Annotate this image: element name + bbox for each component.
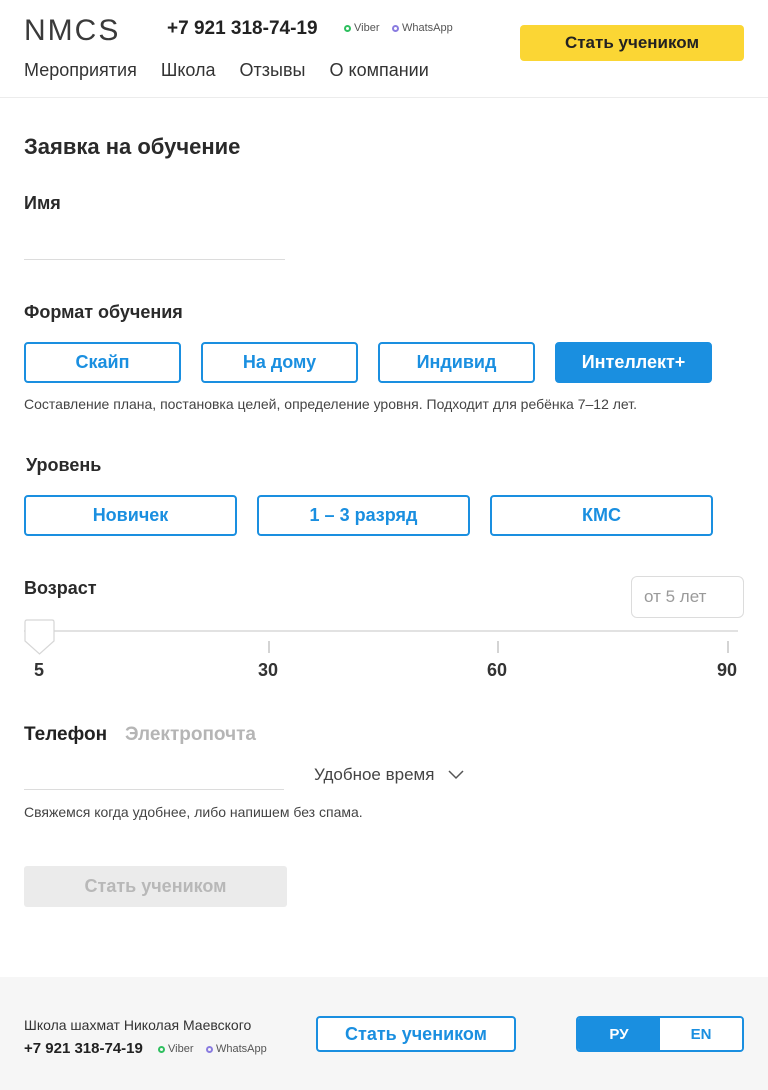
whatsapp-label: WhatsApp	[402, 22, 453, 34]
nav-item-events[interactable]: Мероприятия	[24, 60, 137, 81]
level-option-rank-1-3[interactable]: 1 – 3 разряд	[257, 495, 470, 536]
logo[interactable]: NMCS	[24, 14, 120, 48]
footer-phone[interactable]: +7 921 318-74-19	[24, 1040, 143, 1057]
format-option-home[interactable]: На дому	[201, 342, 358, 383]
name-input[interactable]	[24, 230, 285, 260]
language-switcher: РУ EN	[576, 1016, 744, 1052]
format-option-intellect-plus[interactable]: Интеллект+	[555, 342, 712, 383]
viber-label: Viber	[354, 22, 380, 34]
whatsapp-icon	[206, 1045, 213, 1053]
level-label: Уровень	[26, 455, 102, 475]
age-tick-label: 90	[717, 660, 738, 680]
whatsapp-icon	[392, 24, 399, 32]
nav-item-school[interactable]: Школа	[161, 60, 216, 81]
nav-item-about[interactable]: О компании	[329, 60, 428, 81]
age-label: Возраст	[24, 578, 97, 598]
site-header: NMCS +7 921 318-74-19 Viber WhatsApp Ста…	[0, 0, 768, 98]
submit-button[interactable]: Стать учеником	[24, 866, 287, 907]
whatsapp-link[interactable]: WhatsApp	[392, 22, 453, 34]
age-tick-label: 60	[487, 660, 508, 680]
chevron-down-icon	[448, 770, 464, 780]
header-phone[interactable]: +7 921 318-74-19	[167, 18, 318, 40]
age-tick-label: 5	[34, 660, 45, 680]
level-option-kms[interactable]: КМС	[490, 495, 713, 536]
become-student-button-footer[interactable]: Стать учеником	[316, 1016, 516, 1052]
form-title: Заявка на обучение	[24, 134, 241, 159]
viber-link[interactable]: Viber	[344, 22, 379, 34]
tab-phone[interactable]: Телефон	[24, 724, 107, 746]
level-option-beginner[interactable]: Новичек	[24, 495, 237, 536]
tab-email[interactable]: Электропочта	[125, 724, 256, 746]
lang-ru-button[interactable]: РУ	[578, 1018, 660, 1050]
footer-school-name: Школа шахмат Николая Маевского	[24, 1017, 252, 1033]
age-tick	[727, 641, 729, 653]
format-option-individual[interactable]: Индивид	[378, 342, 535, 383]
viber-icon	[158, 1045, 165, 1053]
age-input[interactable]	[631, 576, 744, 618]
age-tick	[268, 641, 270, 653]
footer-viber-label: Viber	[168, 1043, 194, 1055]
format-label: Формат обучения	[24, 302, 183, 322]
time-select[interactable]: Удобное время	[314, 765, 464, 785]
footer-whatsapp-link[interactable]: WhatsApp	[206, 1043, 267, 1055]
age-tick-label: 30	[258, 660, 279, 680]
site-footer: Школа шахмат Николая Маевского +7 921 31…	[0, 977, 768, 1090]
viber-icon	[344, 24, 351, 32]
format-option-skype[interactable]: Скайп	[24, 342, 181, 383]
name-label: Имя	[24, 193, 61, 213]
footer-whatsapp-label: WhatsApp	[216, 1043, 267, 1055]
contact-hint: Свяжемся когда удобнее, либо напишем без…	[24, 804, 363, 820]
age-tick	[497, 641, 499, 653]
time-select-label: Удобное время	[314, 765, 435, 784]
age-slider-handle[interactable]	[24, 619, 55, 655]
age-slider-track[interactable]	[24, 630, 738, 632]
footer-viber-link[interactable]: Viber	[158, 1043, 193, 1055]
format-hint: Составление плана, постановка целей, опр…	[24, 396, 637, 412]
phone-input[interactable]	[24, 760, 284, 790]
lang-en-button[interactable]: EN	[660, 1018, 742, 1050]
nav-item-reviews[interactable]: Отзывы	[240, 60, 306, 81]
become-student-button-header[interactable]: Стать учеником	[520, 25, 744, 61]
main-nav: Мероприятия Школа Отзывы О компании	[24, 60, 429, 81]
